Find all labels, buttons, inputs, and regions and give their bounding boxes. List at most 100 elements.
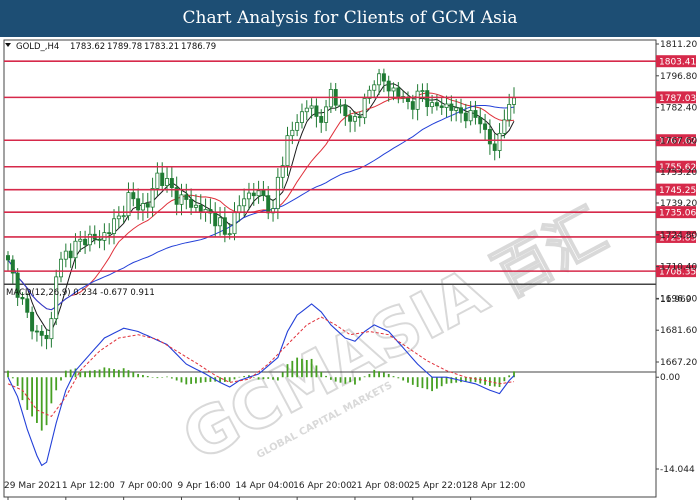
level-label: 1745.25: [659, 186, 696, 196]
candle-body: [261, 190, 266, 197]
candle-body: [492, 143, 497, 151]
candle-body: [227, 233, 232, 236]
candle-body: [266, 195, 271, 214]
histogram-bar: [416, 377, 419, 388]
histogram-bar: [354, 377, 356, 385]
histogram-bar: [503, 377, 506, 382]
histogram-bar: [151, 377, 154, 378]
candle-body: [473, 110, 478, 118]
candle-body: [97, 238, 102, 241]
histogram-bar: [363, 376, 366, 378]
candle-body: [425, 90, 430, 108]
histogram-bar: [132, 372, 135, 378]
histogram-bar: [117, 369, 120, 378]
histogram-bar: [272, 377, 274, 380]
candle-body: [232, 212, 237, 235]
candle-body: [386, 80, 391, 92]
histogram-bar: [31, 377, 33, 417]
candle-body: [87, 233, 92, 246]
candle-body: [34, 330, 39, 333]
candle-body: [145, 203, 150, 208]
candle-body: [478, 117, 483, 125]
histogram-bar: [40, 377, 43, 431]
macd-y-tick-label: 0.00: [660, 373, 680, 383]
histogram-bar: [320, 371, 323, 378]
candle-body: [338, 104, 343, 107]
candle-body: [25, 298, 30, 313]
candle-body: [83, 238, 88, 246]
candle-body: [507, 104, 512, 121]
y-tick-label: 1724.80: [660, 231, 697, 241]
candle-body: [131, 192, 136, 200]
histogram-bar: [281, 372, 284, 378]
histogram-bar: [508, 375, 511, 378]
candle-body: [184, 194, 189, 200]
candle-body: [140, 203, 145, 211]
histogram-bar: [339, 377, 342, 383]
histogram-bar: [219, 377, 221, 383]
histogram-bar: [296, 357, 299, 378]
histogram-bar: [170, 377, 173, 379]
histogram-bar: [195, 377, 197, 384]
candle-body: [290, 129, 295, 137]
candle-body: [179, 194, 184, 205]
histogram-bar: [209, 377, 212, 382]
histogram-bar: [435, 377, 438, 389]
candle-body: [107, 232, 112, 235]
candle-body: [39, 330, 44, 336]
x-tick-label: 16 Apr 20:00: [293, 481, 352, 491]
candle-body: [246, 192, 251, 200]
histogram-bar: [69, 369, 72, 378]
candle-body: [63, 250, 68, 260]
histogram-bar: [21, 377, 24, 401]
histogram-bar: [402, 377, 405, 381]
y-tick-label: 1753.20: [660, 168, 697, 178]
candle-body: [377, 73, 382, 86]
candle-body: [348, 115, 353, 122]
histogram-bar: [93, 370, 96, 378]
histogram-bar: [407, 377, 409, 383]
candle-body: [68, 250, 73, 259]
chart-title-banner: Chart Analysis for Clients of GCM Asia: [0, 0, 700, 37]
candle-body: [59, 258, 64, 278]
histogram-bar: [252, 377, 255, 378]
histogram-bar: [334, 377, 337, 382]
price-chart[interactable]: GCMASIA百汇GLOBAL CAPITAL MARKETS 1803.411…: [0, 37, 700, 500]
histogram-bar: [349, 377, 352, 383]
y-tick-label: 1667.20: [660, 358, 697, 368]
histogram-bar: [79, 371, 82, 378]
histogram-bar: [392, 376, 395, 378]
histogram-bar: [329, 377, 332, 380]
level-label: 1787.03: [659, 94, 696, 104]
y-tick-label: 1782.40: [660, 104, 697, 114]
candle-body: [430, 102, 435, 108]
histogram-bar: [36, 377, 38, 423]
candle-body: [112, 218, 117, 234]
candle-body: [314, 105, 319, 117]
histogram-bar: [378, 371, 380, 378]
candle-body: [44, 334, 49, 340]
histogram-bar: [257, 377, 260, 380]
histogram-bar: [26, 377, 29, 410]
symbol-header: GOLD_,H4: [16, 42, 59, 52]
histogram-bar: [460, 377, 462, 383]
histogram-bar: [228, 377, 231, 382]
histogram-bar: [325, 375, 327, 378]
histogram-bar: [301, 358, 303, 378]
candle-body: [213, 212, 218, 227]
histogram-bar: [243, 376, 246, 378]
histogram-bar: [122, 368, 125, 378]
histogram-bar: [262, 377, 265, 380]
candle-body: [189, 199, 194, 208]
candle-body: [468, 110, 473, 122]
y-tick-label: 1796.80: [660, 72, 697, 82]
histogram-bar: [440, 377, 443, 387]
x-tick-label: 1 Apr 12:00: [62, 481, 115, 491]
macd-y-tick-label: -14.044: [660, 465, 695, 475]
histogram-bar: [127, 370, 130, 378]
candle-body: [136, 198, 141, 211]
candle-body: [319, 116, 324, 123]
candle-body: [299, 111, 304, 123]
histogram-bar: [310, 358, 313, 378]
histogram-bar: [89, 370, 91, 378]
